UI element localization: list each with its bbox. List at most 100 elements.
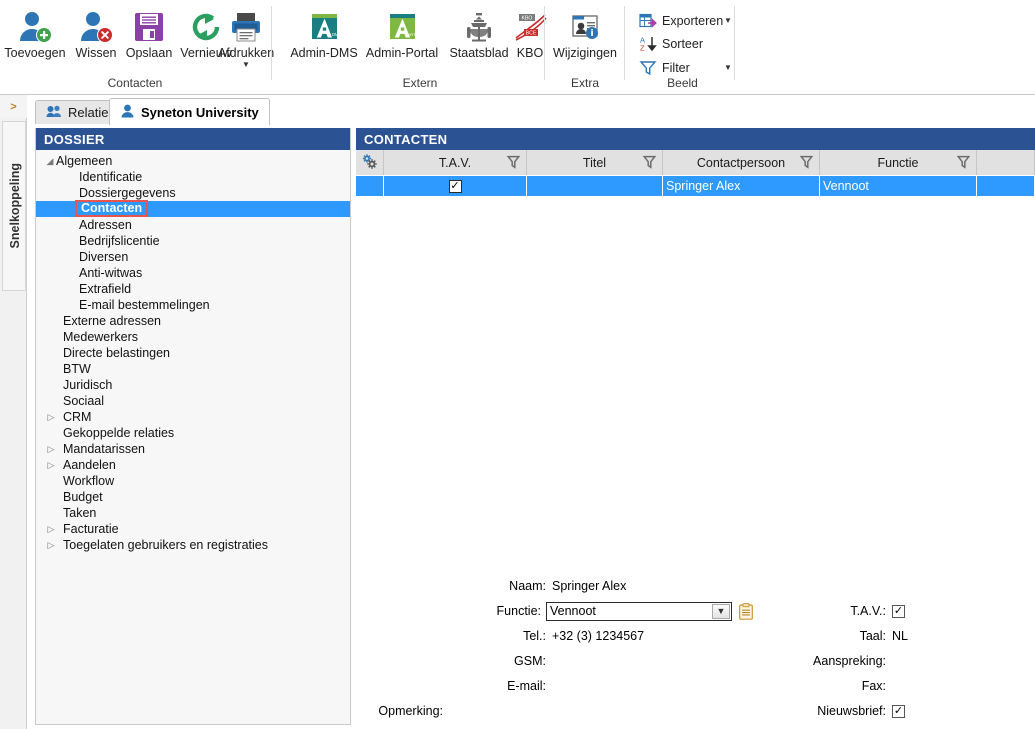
tree-item-adressen[interactable]: Adressen [36,217,350,233]
tab-syneton-university[interactable]: Syneton University [109,98,270,125]
ribbon-button-exporteren[interactable]: Exporteren [638,11,723,30]
field-label: GSM: [514,654,546,668]
tree-item-aandelen[interactable]: ▷ Aandelen [36,457,350,473]
ribbon-button-filter[interactable]: Filter [638,58,690,77]
tree-item-label: Identificatie [79,170,143,184]
ribbon-button-wijzigingen[interactable]: Wijzigingen [545,4,625,60]
dossier-tree[interactable]: ◢ Algemeen Identificatie Dossiergegevens Con… [36,150,350,724]
column-filter-funnel-icon[interactable] [642,155,657,172]
column-header-blank[interactable] [977,150,1035,175]
nieuwsbrief-checkbox[interactable]: ✓ [892,704,905,718]
expander-expand-icon[interactable]: ▷ [44,441,58,457]
tree-item-juridisch[interactable]: Juridisch [36,377,350,393]
expander-expand-icon[interactable]: ▷ [44,457,58,473]
expander-expand-icon[interactable]: ▷ [44,537,58,553]
field-label: Opmerking: [378,704,443,718]
tree-item-contacten[interactable]: Contacten [36,200,350,218]
tab-label: Syneton University [141,104,259,120]
export-grid-icon [638,11,657,30]
row-tav-checkbox[interactable]: ✓ [448,179,462,193]
svg-text:Z: Z [640,44,645,53]
table-cell-text: Springer Alex [666,179,741,193]
svg-text:BCE: BCE [526,31,537,37]
expander-expand-icon[interactable]: ▷ [44,409,58,425]
ribbon-button-afdrukken[interactable]: Afdrukken ▼ [212,4,280,69]
table-cell[interactable]: Springer Alex [663,176,820,196]
tree-item-mandatarissen[interactable]: ▷ Mandatarissen [36,441,350,457]
tree-item-taken[interactable]: Taken [36,505,350,521]
column-chooser-cell[interactable] [356,150,384,175]
tree-item-label: BTW [63,362,91,376]
ribbon-button-label: Opslaan [125,46,173,60]
ribbon-group-separator [271,6,272,80]
column-filter-funnel-icon[interactable] [799,155,814,172]
chevron-down-icon[interactable]: ▼ [724,16,732,25]
tree-item-sociaal[interactable]: Sociaal [36,393,350,409]
column-filter-funnel-icon[interactable] [506,155,521,172]
snelkoppeling-label: Snelkoppeling [8,163,22,249]
tree-item-directe-belastingen[interactable]: Directe belastingen [36,345,350,361]
tree-item-anti-witwas[interactable]: Anti-witwas [36,265,350,281]
table-cell[interactable] [527,176,663,196]
column-chooser-gear-icon[interactable] [361,153,378,173]
ribbon-button-label: Sorteer [662,36,703,51]
tree-item-workflow[interactable]: Workflow [36,473,350,489]
ribbon-button-sorteer[interactable]: A Z Sorteer [638,34,704,53]
table-cell[interactable]: Vennoot [820,176,977,196]
tree-item-extrafield[interactable]: Extrafield [36,281,350,297]
expander-collapse-icon[interactable]: ◢ [43,153,57,169]
rail-expand-button[interactable]: > [0,95,27,118]
ribbon-button-admin-dms[interactable]: DMS Admin-DMS [288,4,360,60]
column-header-titel[interactable]: Titel [527,150,663,175]
tree-item-label: Contacten [75,200,350,218]
tree-item-facturatie[interactable]: ▷ Facturatie [36,521,350,537]
tree-item-medewerkers[interactable]: Medewerkers [36,329,350,345]
column-header-contactpersoon[interactable]: Contactpersoon [663,150,820,175]
ribbon-button-kbo[interactable]: KBO BCE KBO [514,4,547,60]
tree-item-externe-adressen[interactable]: Externe adressen [36,313,350,329]
table-cell[interactable]: ✓ [384,176,527,196]
tree-item-bedrijfslicentie[interactable]: Bedrijfslicentie [36,233,350,249]
chevron-down-icon[interactable]: ▼ [712,603,730,619]
field-functie: Functie: Vennoot ▼ [356,601,753,621]
tree-item-btw[interactable]: BTW [36,361,350,377]
tree-item-gekoppelde-relaties[interactable]: Gekoppelde relaties [36,425,350,441]
field-value: Springer Alex [552,579,627,593]
contacten-grid-header: T.A.V. Titel Contactpersoon Functie [356,150,1035,175]
ribbon-button-wissen[interactable]: Wissen [72,4,120,60]
expander-expand-icon[interactable]: ▷ [44,521,58,537]
admin-portal-icon: PORTAL [384,4,420,44]
tree-item-identificatie[interactable]: Identificatie [36,169,350,185]
admin-dms-icon: DMS [306,4,342,44]
ribbon-button-label: Wijzigingen [553,46,617,60]
field-label: Fax: [861,679,886,693]
ribbon-button-toevoegen[interactable]: Toevoegen [4,4,66,60]
tree-item-budget[interactable]: Budget [36,489,350,505]
chevron-down-icon[interactable]: ▼ [242,61,250,69]
column-filter-funnel-icon[interactable] [956,155,971,172]
tree-item-e-mail-bestemmelingen[interactable]: E-mail bestemmelingen [36,297,350,313]
chevron-down-icon[interactable]: ▼ [724,63,732,72]
ribbon-button-opslaan[interactable]: Opslaan [124,4,174,60]
tree-item-algemeen[interactable]: ◢ Algemeen [36,153,350,169]
column-header-tav[interactable]: T.A.V. [384,150,527,175]
ribbon-button-admin-portal[interactable]: PORTAL Admin-Portal [362,4,442,60]
ribbon-button-staatsblad[interactable]: Staatsblad [446,4,512,60]
tree-item-dossiergegevens[interactable]: Dossiergegevens [36,185,350,201]
contacten-panel-title: CONTACTEN [356,128,1035,150]
snelkoppeling-panel[interactable]: Snelkoppeling [2,121,26,291]
column-header-functie[interactable]: Functie [820,150,977,175]
table-cell[interactable] [356,176,384,196]
table-row[interactable]: ✓ Springer Alex Vennoot [356,176,1035,196]
tab-label: Relaties [68,105,115,120]
field-email: E-mail: [356,676,552,696]
tree-item-label: Facturatie [63,522,119,536]
tree-item-toegelaten-gebruikers-en-registraties[interactable]: ▷ Toegelaten gebruikers en registraties [36,537,350,553]
tree-item-crm[interactable]: ▷ CRM [36,409,350,425]
tav-checkbox[interactable]: ✓ [892,604,905,618]
tree-item-label: Anti-witwas [79,266,143,280]
tree-item-diversen[interactable]: Diversen [36,249,350,265]
table-cell[interactable] [977,176,1035,196]
functie-dropdown[interactable]: Vennoot ▼ [546,601,732,621]
clipboard-icon[interactable] [738,602,753,620]
